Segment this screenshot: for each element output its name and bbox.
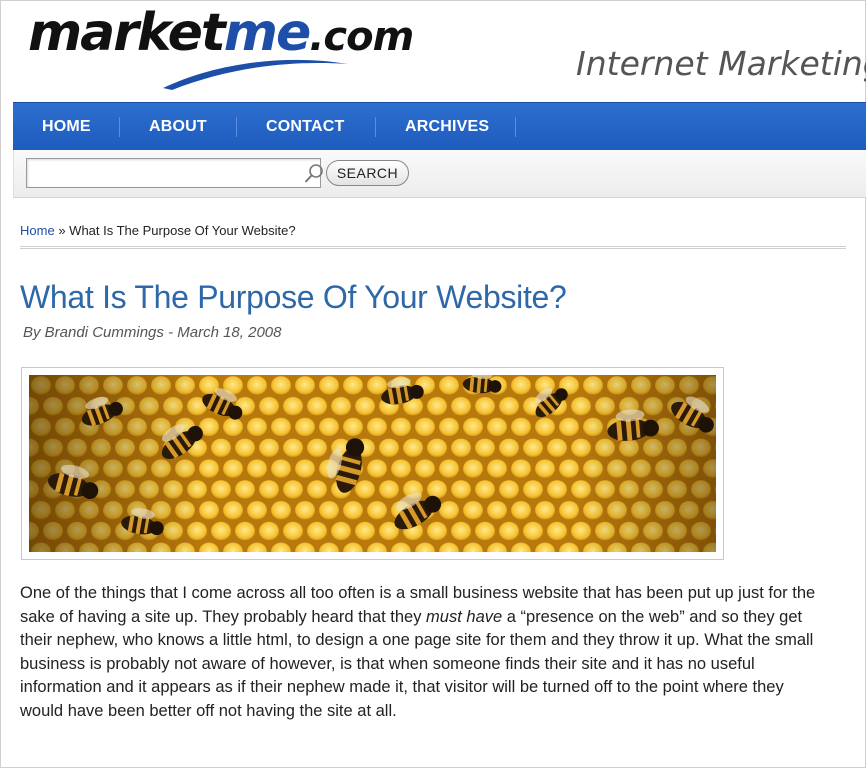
post-body: One of the things that I come across all… — [20, 582, 820, 723]
divider-rule — [20, 246, 846, 249]
breadcrumb-home-link[interactable]: Home — [20, 223, 55, 238]
post-date: March 18, 2008 — [177, 324, 282, 341]
magnifier-icon — [304, 164, 323, 183]
post-image — [21, 367, 724, 560]
site-header: marketme.com Internet Marketing f — [0, 0, 866, 102]
post-body-emphasis: must have — [426, 607, 503, 626]
nav-item-home[interactable]: HOME — [42, 103, 91, 151]
site-tagline: Internet Marketing f — [576, 44, 866, 83]
nav-item-contact[interactable]: CONTACT — [266, 103, 344, 151]
nav-item-archives[interactable]: ARCHIVES — [405, 103, 489, 151]
post-byline: By Brandi Cummings - March 18, 2008 — [23, 324, 281, 341]
nav-divider — [375, 117, 376, 137]
search-bar: SEARCH — [13, 150, 866, 198]
nav-divider — [236, 117, 237, 137]
breadcrumb: Home » What Is The Purpose Of Your Websi… — [20, 223, 296, 238]
nav-divider — [119, 117, 120, 137]
search-input[interactable] — [26, 158, 323, 188]
nav-item-about[interactable]: ABOUT — [149, 103, 207, 151]
nav-divider — [515, 117, 516, 137]
site-logo[interactable]: marketme.com — [28, 2, 414, 92]
search-button[interactable]: SEARCH — [326, 160, 409, 186]
byline-author: By Brandi Cummings — [23, 324, 164, 341]
post-title[interactable]: What Is The Purpose Of Your Website? — [20, 279, 567, 316]
breadcrumb-separator: » — [58, 223, 66, 238]
byline-separator: - — [168, 324, 174, 341]
logo-swoosh-icon — [163, 59, 348, 90]
breadcrumb-current: What Is The Purpose Of Your Website? — [69, 223, 296, 238]
honeycomb-bees-image — [29, 375, 716, 552]
main-nav: HOME ABOUT CONTACT ARCHIVES — [13, 102, 866, 150]
